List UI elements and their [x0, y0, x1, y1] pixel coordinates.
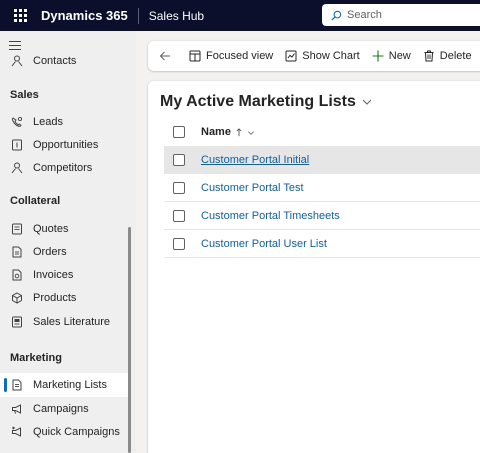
grid-header-row: Name [164, 118, 480, 146]
focused-view-label: Focused view [206, 50, 274, 62]
quick-campaign-icon [10, 425, 24, 439]
sidebar-item-quick-campaigns[interactable]: Quick Campaigns [0, 420, 130, 444]
sidebar-item-label: Campaigns [33, 403, 89, 415]
phone-person-icon [10, 115, 24, 129]
waffle-icon [13, 9, 27, 22]
sidebar-item-opportunities[interactable]: Opportunities [0, 133, 130, 157]
sidebar-item-competitors[interactable]: Competitors [0, 156, 130, 180]
marketing-list-icon [10, 378, 24, 392]
sidebar-item-products[interactable]: Products [0, 286, 130, 310]
sidebar-item-label: Quick Campaigns [33, 426, 120, 438]
sidebar-scrollbar[interactable] [128, 227, 131, 453]
sidebar-item-sales-literature[interactable]: Sales Literature [0, 310, 130, 334]
grid-card: My Active Marketing Lists Name Customer … [148, 81, 480, 453]
record-link[interactable]: Customer Portal Test [201, 182, 304, 194]
cube-icon [10, 291, 24, 305]
sort-ascending-icon [236, 127, 242, 136]
sidebar-item-invoices[interactable]: Invoices [0, 263, 130, 287]
sidebar-item-label: Orders [33, 246, 67, 258]
competitor-icon [10, 161, 24, 175]
sidebar-item-label: Opportunities [33, 139, 99, 151]
select-all-checkbox[interactable] [173, 126, 185, 138]
sidebar-item-label: Leads [33, 116, 63, 128]
section-title-collateral: Collateral [10, 195, 61, 207]
invoice-icon [10, 268, 24, 282]
sidebar-item-leads[interactable]: Leads [0, 110, 130, 134]
focused-view-icon [189, 50, 201, 62]
sidebar: Contacts Sales Leads Opportunities Compe… [0, 31, 136, 453]
table-row[interactable]: Customer Portal Test [164, 174, 480, 202]
show-chart-button[interactable]: Show Chart [279, 41, 365, 71]
opportunity-icon [10, 138, 24, 152]
megaphone-icon [10, 402, 24, 416]
hub-name[interactable]: Sales Hub [149, 9, 204, 23]
view-title: My Active Marketing Lists [160, 93, 356, 110]
literature-icon [10, 315, 24, 329]
search-placeholder: Search [347, 9, 382, 21]
order-icon [10, 245, 24, 259]
chevron-down-icon[interactable] [247, 128, 255, 137]
chevron-down-icon [362, 99, 372, 105]
row-checkbox[interactable] [173, 209, 185, 222]
back-arrow-icon [159, 51, 170, 61]
sidebar-item-label: Invoices [33, 269, 74, 281]
sidebar-item-orders[interactable]: Orders [0, 240, 130, 264]
header-divider [137, 7, 139, 24]
section-title-sales: Sales [10, 89, 39, 101]
table-row[interactable]: Customer Portal User List [164, 230, 480, 258]
show-chart-label: Show Chart [302, 50, 360, 62]
section-title-marketing: Marketing [10, 352, 62, 364]
sidebar-item-campaigns[interactable]: Campaigns [0, 397, 130, 421]
focused-view-button[interactable]: Focused view [183, 41, 279, 71]
sidebar-item-label: Sales Literature [33, 316, 111, 328]
top-bar: Dynamics 365 Sales Hub Search [0, 0, 480, 31]
app-name[interactable]: Dynamics 365 [41, 8, 128, 23]
sidebar-item-quotes[interactable]: Quotes [0, 217, 130, 241]
sidebar-item-label: Competitors [33, 162, 93, 174]
search-box[interactable]: Search [322, 4, 480, 26]
sidebar-item-contacts[interactable]: Contacts [0, 49, 130, 73]
new-label: New [388, 50, 411, 62]
search-icon [331, 10, 342, 21]
delete-button[interactable]: Delete [417, 41, 478, 71]
sidebar-item-label: Contacts [33, 55, 77, 67]
record-link[interactable]: Customer Portal Timesheets [201, 210, 340, 222]
table-row[interactable]: Customer Portal Timesheets [164, 202, 480, 230]
back-button[interactable] [148, 41, 177, 71]
command-bar: Focused view Show Chart New Delete [148, 41, 480, 71]
app-launcher-button[interactable] [0, 0, 40, 31]
new-button[interactable]: New [366, 41, 417, 71]
plus-icon [372, 50, 384, 62]
quote-icon [10, 222, 24, 236]
column-header-name[interactable]: Name [201, 126, 231, 138]
view-selector[interactable]: My Active Marketing Lists [160, 93, 372, 111]
row-checkbox[interactable] [173, 237, 185, 250]
delete-label: Delete [439, 50, 472, 62]
table-row[interactable]: Customer Portal Initial [164, 146, 480, 174]
record-link[interactable]: Customer Portal User List [201, 238, 327, 250]
chart-icon [285, 50, 297, 62]
sidebar-item-marketing-lists[interactable]: Marketing Lists [0, 373, 130, 397]
main-area: Focused view Show Chart New Delete My Ac… [136, 31, 480, 453]
row-checkbox[interactable] [173, 153, 185, 166]
sidebar-item-label: Products [33, 292, 77, 304]
person-icon [10, 54, 24, 68]
trash-icon [424, 50, 434, 62]
record-link[interactable]: Customer Portal Initial [201, 154, 309, 166]
row-checkbox[interactable] [173, 181, 185, 194]
sidebar-item-label: Quotes [33, 223, 69, 235]
sidebar-item-label: Marketing Lists [33, 379, 107, 391]
